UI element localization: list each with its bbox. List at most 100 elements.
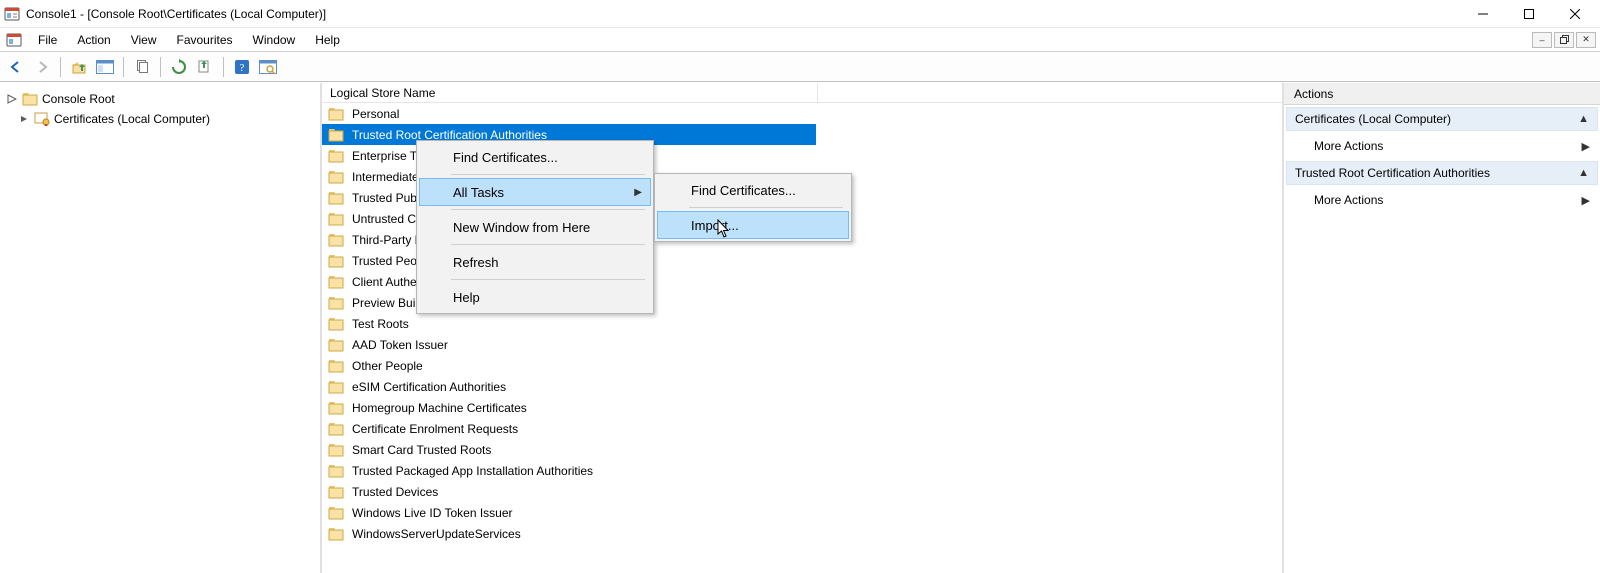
mdi-app-icon — [6, 32, 22, 48]
ctx-find-certificates[interactable]: Find Certificates... — [419, 143, 651, 171]
menu-window[interactable]: Window — [243, 28, 306, 52]
collapse-arrow-icon[interactable]: ▲ — [1578, 113, 1589, 125]
title-bar: Console1 - [Console Root\Certificates (L… — [0, 0, 1600, 28]
actions-section2-label: Trusted Root Certification Authorities — [1295, 166, 1490, 180]
list-pane[interactable]: Logical Store Name PersonalTrusted Root … — [322, 83, 1284, 573]
submenu-arrow-icon: ▶ — [634, 187, 642, 198]
refresh-button[interactable] — [167, 55, 191, 79]
folder-icon — [328, 527, 344, 541]
forward-button[interactable] — [30, 55, 54, 79]
sub-import-label: Import... — [691, 218, 739, 233]
context-submenu: Find Certificates... Import... — [654, 173, 852, 242]
export-list-button[interactable] — [193, 55, 217, 79]
ctx-refresh-label: Refresh — [453, 255, 499, 270]
window-title: Console1 - [Console Root\Certificates (L… — [26, 7, 326, 21]
help-button[interactable]: ? — [230, 55, 254, 79]
list-item[interactable]: Trusted Packaged App Installation Author… — [322, 460, 1282, 481]
back-button[interactable] — [4, 55, 28, 79]
ctx-separator — [451, 279, 645, 280]
actions-section-trusted-root[interactable]: Trusted Root Certification Authorities ▲ — [1286, 161, 1598, 185]
folder-icon — [328, 443, 344, 457]
menu-help[interactable]: Help — [305, 28, 350, 52]
actions-more1-label: More Actions — [1314, 139, 1383, 153]
list-item[interactable]: AAD Token Issuer — [322, 334, 1282, 355]
list-item-label: Trusted Devices — [350, 484, 440, 500]
tree-certificates[interactable]: Certificates (Local Computer) — [4, 109, 316, 129]
show-hide-tree-button[interactable] — [93, 55, 117, 79]
list-item[interactable]: WindowsServerUpdateServices — [322, 523, 1282, 544]
list-item[interactable]: Windows Live ID Token Issuer — [322, 502, 1282, 523]
list-item[interactable]: Test Roots — [322, 313, 1282, 334]
menu-action[interactable]: Action — [67, 28, 120, 52]
list-item[interactable]: Certificate Enrolment Requests — [322, 418, 1282, 439]
tree-console-root[interactable]: Console Root — [4, 89, 316, 109]
list-item-label: Homegroup Machine Certificates — [350, 400, 529, 416]
list-item-label: Certificate Enrolment Requests — [350, 421, 520, 437]
menu-view[interactable]: View — [121, 28, 167, 52]
list-item-label: Test Roots — [350, 316, 411, 332]
folder-icon — [328, 275, 344, 289]
folder-icon — [328, 317, 344, 331]
maximize-button[interactable] — [1506, 0, 1552, 28]
folder-icon — [328, 191, 344, 205]
ctx-all-tasks[interactable]: All Tasks ▶ — [419, 178, 651, 206]
tree-pane[interactable]: Console Root Certificates (Local Compute… — [0, 83, 322, 573]
sub-find-certificates[interactable]: Find Certificates... — [657, 176, 849, 204]
list-item[interactable]: Personal — [322, 103, 1282, 124]
list-item-label: Personal — [350, 106, 401, 122]
list-item-label: Windows Live ID Token Issuer — [350, 505, 515, 521]
expander-icon[interactable] — [18, 113, 30, 125]
up-button[interactable] — [67, 55, 91, 79]
list-item-label: Other People — [350, 358, 425, 374]
toolbar: ? — [0, 52, 1600, 82]
list-item-label: Trusted Packaged App Installation Author… — [350, 463, 595, 479]
folder-icon — [328, 485, 344, 499]
sub-import[interactable]: Import... — [657, 211, 849, 239]
minimize-button[interactable] — [1460, 0, 1506, 28]
folder-icon — [328, 506, 344, 520]
actions-header-label: Actions — [1294, 87, 1333, 101]
tree-certs-label: Certificates (Local Computer) — [54, 112, 210, 126]
expander-icon[interactable] — [6, 93, 18, 105]
certificate-icon — [34, 112, 50, 126]
menu-favourites-label: Favourites — [177, 33, 233, 47]
list-item[interactable]: Other People — [322, 355, 1282, 376]
menu-favourites[interactable]: Favourites — [167, 28, 243, 52]
folder-icon — [328, 359, 344, 373]
chevron-right-icon: ▶ — [1582, 140, 1590, 153]
close-button[interactable] — [1552, 0, 1598, 28]
copy-button[interactable] — [130, 55, 154, 79]
ctx-refresh[interactable]: Refresh — [419, 248, 651, 276]
ctx-separator — [451, 209, 645, 210]
collapse-arrow-icon[interactable]: ▲ — [1578, 167, 1589, 179]
actions-section1-label: Certificates (Local Computer) — [1295, 112, 1451, 126]
app-icon — [4, 6, 20, 22]
ctx-new-window[interactable]: New Window from Here — [419, 213, 651, 241]
folder-icon — [328, 296, 344, 310]
column-logical-store-name[interactable]: Logical Store Name — [328, 83, 818, 103]
ctx-help-label: Help — [453, 290, 480, 305]
menu-view-label: View — [131, 33, 157, 47]
mdi-restore-button[interactable] — [1554, 32, 1574, 48]
menu-file[interactable]: File — [28, 28, 67, 52]
list-item[interactable]: eSIM Certification Authorities — [322, 376, 1282, 397]
actions-more-2[interactable]: More Actions ▶ — [1284, 187, 1600, 213]
menu-window-label: Window — [253, 33, 296, 47]
mdi-close-button[interactable]: ✕ — [1576, 32, 1596, 48]
list-item[interactable]: Trusted Devices — [322, 481, 1282, 502]
folder-icon — [328, 401, 344, 415]
list-header[interactable]: Logical Store Name — [322, 83, 1282, 103]
folder-icon — [328, 128, 344, 142]
find-button[interactable] — [256, 55, 280, 79]
list-item[interactable]: Smart Card Trusted Roots — [322, 439, 1282, 460]
actions-section-certificates[interactable]: Certificates (Local Computer) ▲ — [1286, 107, 1598, 131]
list-item[interactable]: Homegroup Machine Certificates — [322, 397, 1282, 418]
mdi-minimize-button[interactable]: – — [1532, 32, 1552, 48]
folder-icon — [22, 92, 38, 106]
folder-icon — [328, 422, 344, 436]
client-area: Console Root Certificates (Local Compute… — [0, 82, 1600, 573]
menu-help-label: Help — [315, 33, 340, 47]
actions-more-1[interactable]: More Actions ▶ — [1284, 133, 1600, 159]
menu-action-label: Action — [77, 33, 110, 47]
ctx-help[interactable]: Help — [419, 283, 651, 311]
